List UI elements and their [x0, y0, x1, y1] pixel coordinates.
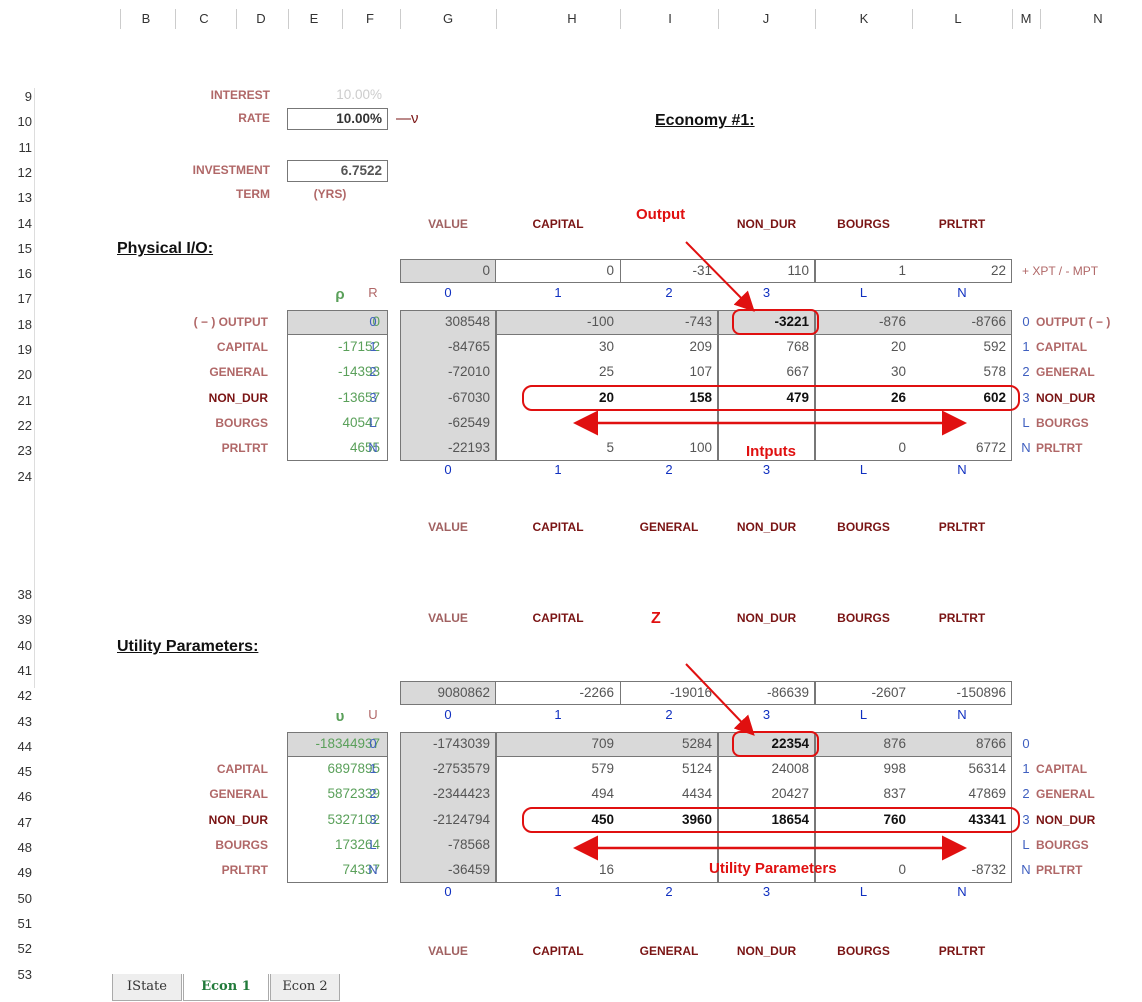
z-arrow — [685, 663, 755, 736]
sheet-tab-bar: IState Econ 1 Econ 2 — [0, 972, 1142, 1002]
output-arrow — [685, 241, 755, 312]
annotation-arrows — [573, 241, 967, 861]
tab-econ-2[interactable]: Econ 2 — [270, 974, 340, 1001]
tab-econ-1[interactable]: Econ 1 — [183, 974, 269, 1001]
tab-istate[interactable]: IState — [112, 974, 182, 1001]
